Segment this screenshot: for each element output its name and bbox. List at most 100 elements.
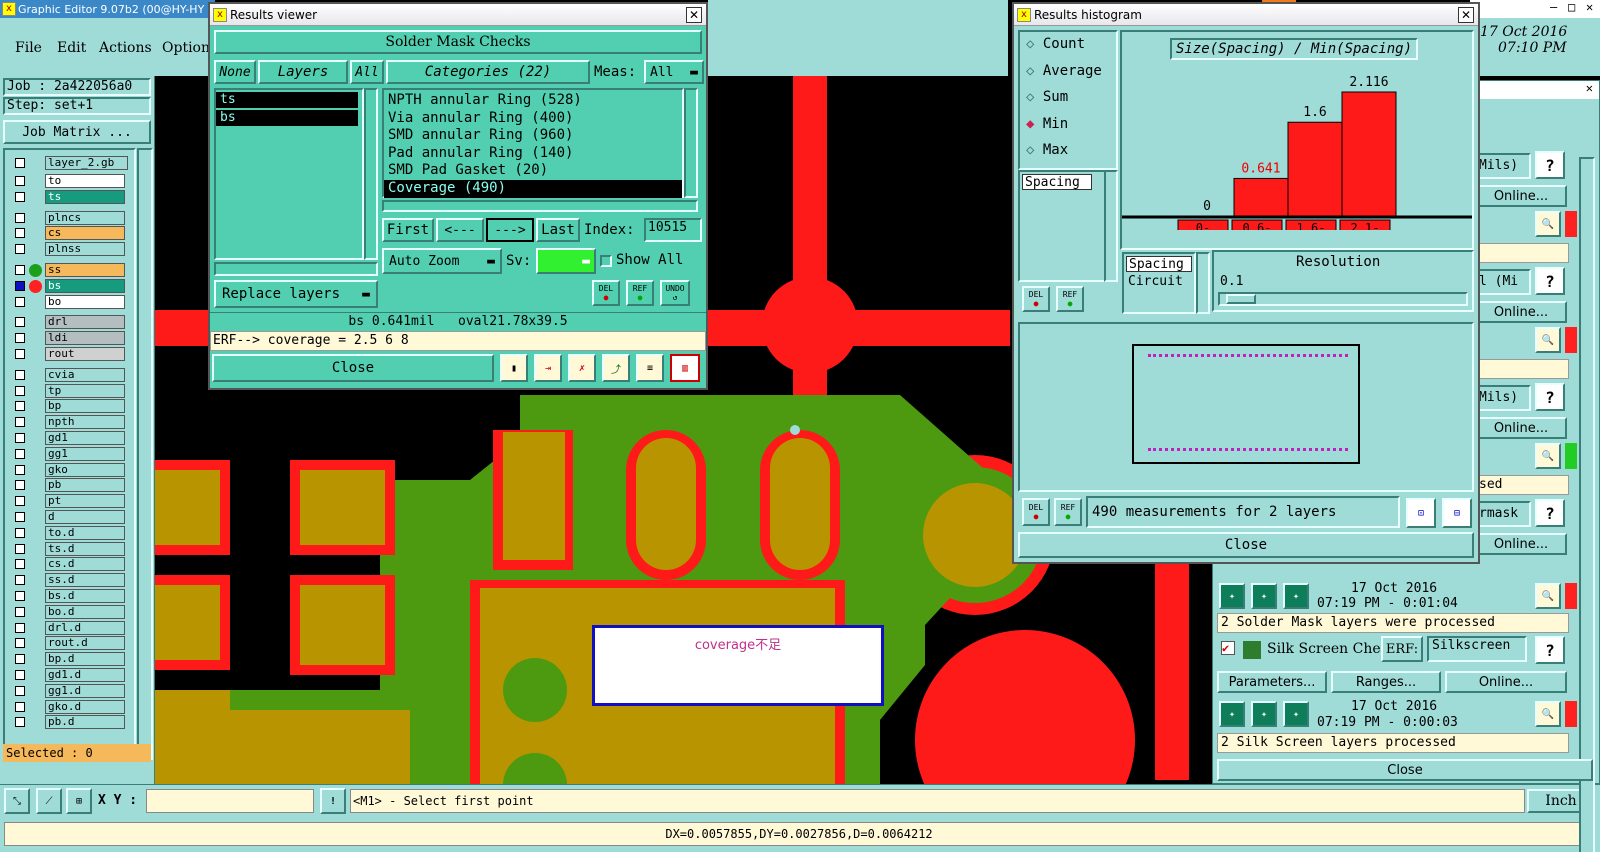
job-matrix-button[interactable]: Job Matrix ... [3, 120, 151, 144]
menu-file[interactable]: File [15, 40, 42, 56]
menu-options[interactable]: Option [162, 40, 210, 56]
help-button[interactable]: ? [1535, 383, 1565, 411]
layer-checkbox[interactable] [15, 591, 25, 601]
run-icon[interactable]: ✦ [1219, 701, 1245, 727]
layer-item-pt[interactable]: pt [45, 494, 125, 509]
check-erf-field[interactable]: Mils) [1475, 153, 1531, 179]
layer-checkbox[interactable] [15, 176, 25, 186]
maximize-button[interactable]: □ [1568, 0, 1575, 14]
layer-item-drl-d[interactable]: drl.d [45, 620, 125, 635]
sv-color-select[interactable]: ▬ [536, 248, 596, 274]
layer-checkbox[interactable] [15, 685, 25, 696]
run-icon[interactable]: ✦ [1251, 701, 1277, 727]
zoom-icon[interactable]: 🔍 [1535, 583, 1561, 609]
zoom-icon[interactable]: 🔍 [1535, 701, 1561, 727]
stats-icon[interactable]: ▮ [500, 354, 528, 382]
circuit-item-spacing[interactable]: Spacing [1126, 256, 1192, 272]
params-button[interactable]: Parameters... [1217, 671, 1327, 693]
export-icon[interactable]: ⇥ [534, 354, 562, 382]
layer-item-bp[interactable]: bp [45, 399, 125, 414]
next-button[interactable]: ---> [486, 218, 534, 242]
run-icon[interactable]: ✦ [1283, 701, 1309, 727]
layer-checkbox[interactable] [15, 559, 25, 570]
layer-item-cvia[interactable]: cvia [45, 367, 125, 382]
layer-checkbox[interactable] [15, 527, 25, 538]
category-item[interactable]: Via annular Ring (400) [384, 110, 682, 128]
layer-item-cs-d[interactable]: cs.d [45, 557, 125, 572]
layer-item-pb[interactable]: pb [45, 478, 125, 493]
online-button[interactable]: Online... [1445, 671, 1567, 693]
help-button[interactable]: ? [1535, 636, 1565, 664]
layer-active-dot[interactable] [29, 279, 42, 293]
spacing-list[interactable]: Spacing [1018, 170, 1106, 282]
layer-checkbox[interactable] [15, 317, 25, 328]
layer-item-bs[interactable]: bs [45, 278, 125, 293]
close-icon[interactable]: ✕ [1586, 0, 1593, 14]
online-button[interactable]: Online... [1475, 301, 1567, 323]
none-button[interactable]: None [214, 60, 256, 84]
index-field[interactable]: 10515 [644, 218, 702, 242]
mode-radio-max[interactable]: ◇ Max [1026, 142, 1068, 158]
layer-item-npth[interactable]: npth [45, 415, 125, 430]
zoom-in-icon[interactable]: ⊡ [1406, 498, 1436, 528]
layer-item-drl[interactable]: drl [45, 315, 125, 330]
layer-dropdown[interactable]: layer_2.gb [45, 156, 128, 170]
layer-checkbox[interactable] [15, 265, 25, 275]
slider-thumb[interactable] [1226, 294, 1256, 304]
circuit-item-circuit[interactable]: Circuit [1126, 274, 1183, 289]
layer-checkbox[interactable] [15, 480, 25, 491]
layer-item-to-d[interactable]: to.d [45, 525, 125, 540]
layer-item-d[interactable]: d [45, 510, 125, 524]
layer-checkbox[interactable] [15, 212, 25, 223]
layer-item-bp-d[interactable]: bp.d [45, 652, 125, 667]
layer-checkbox[interactable] [15, 191, 25, 202]
meas-select[interactable]: All ▬ [644, 60, 704, 84]
menu-actions[interactable]: Actions [99, 40, 152, 56]
category-item[interactable]: NPTH annular Ring (528) [384, 92, 682, 110]
layer-checkbox[interactable] [15, 622, 25, 633]
zoom-icon[interactable]: 🔍 [1535, 443, 1561, 469]
categories-tab[interactable]: Categories (22) [386, 60, 590, 84]
layer-item-bs-d[interactable]: bs.d [45, 589, 125, 603]
layer-checkbox[interactable] [15, 280, 25, 291]
histogram-close-icon[interactable]: ✕ [1458, 7, 1474, 23]
layer-item-ts-d[interactable]: ts.d [45, 541, 125, 556]
zoom-icon[interactable]: 🔍 [1535, 327, 1561, 353]
layer-item-tp[interactable]: tp [45, 383, 125, 398]
run-icon[interactable]: ✦ [1251, 583, 1277, 609]
layer-item-rout[interactable]: rout [45, 347, 125, 361]
prev-button[interactable]: <--- [436, 218, 484, 242]
online-button[interactable]: Online... [1475, 185, 1567, 207]
check-erf-field[interactable]: rmask [1475, 501, 1531, 527]
snap-icon[interactable]: ⟋ [36, 788, 62, 814]
layer-checkbox[interactable] [15, 244, 25, 255]
layer-item-pb-d[interactable]: pb.d [45, 715, 125, 730]
run-icon[interactable]: ✦ [1283, 583, 1309, 609]
layer-checkbox[interactable] [15, 158, 25, 168]
layer-item-bo-d[interactable]: bo.d [45, 604, 125, 619]
layer-checkbox[interactable] [15, 654, 25, 665]
minimize-button[interactable]: – [1550, 0, 1557, 14]
silk-erf-field[interactable]: Silkscreen [1427, 636, 1527, 662]
ref-icon[interactable]: REF ● [626, 280, 654, 306]
del-icon[interactable]: DEL ● [1022, 498, 1050, 526]
first-button[interactable]: First [382, 218, 434, 242]
spacing-scrollbar[interactable] [1104, 170, 1118, 282]
checklist-close-icon[interactable]: ✕ [1586, 81, 1593, 95]
histogram-close-button[interactable]: Close [1018, 532, 1474, 558]
silk-erf-button[interactable]: ERF: [1381, 636, 1423, 662]
layer-item-ss-d[interactable]: ss.d [45, 573, 125, 588]
layer-checkbox[interactable] [15, 349, 25, 359]
layer-item-bo[interactable]: bo [45, 294, 125, 309]
layer-item-gko-d[interactable]: gko.d [45, 699, 125, 714]
layer-item-rout-d[interactable]: rout.d [45, 636, 125, 651]
zoom-out-icon[interactable]: ⊟ [1442, 498, 1472, 528]
layer-item-ldi[interactable]: ldi [45, 331, 125, 346]
help-button[interactable]: ? [1535, 151, 1565, 179]
layer-checkbox[interactable] [15, 575, 25, 586]
layer-checkbox[interactable] [15, 717, 25, 728]
layer-checkbox[interactable] [15, 606, 25, 617]
ranges-button[interactable]: Ranges... [1331, 671, 1441, 693]
all-button[interactable]: All [350, 60, 384, 84]
layer-item-cs[interactable]: cs [45, 226, 125, 241]
